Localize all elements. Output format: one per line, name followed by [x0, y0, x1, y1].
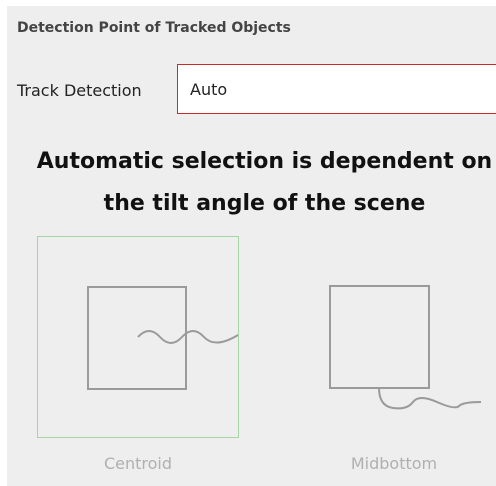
track-detection-label: Track Detection	[17, 81, 142, 100]
auto-selection-info-line-2: the tilt angle of the scene	[103, 191, 426, 216]
track-detection-dropdown[interactable]: Auto	[177, 64, 496, 114]
section-title: Detection Point of Tracked Objects	[17, 20, 291, 36]
midbottom-wave-shape	[378, 387, 482, 410]
centroid-wave-shape	[137, 330, 239, 344]
centroid-diagram-icon	[87, 286, 239, 390]
midbottom-box-shape	[329, 285, 430, 389]
centroid-label: Centroid	[103, 454, 173, 473]
detection-point-panel: Detection Point of Tracked Objects Track…	[7, 6, 496, 486]
midbottom-label: Midbottom	[350, 454, 438, 473]
midbottom-diagram-icon	[329, 285, 482, 410]
centroid-box-shape	[87, 286, 187, 390]
auto-selection-info-line-1: Automatic selection is dependent on	[36, 149, 493, 174]
track-detection-value: Auto	[190, 80, 228, 99]
centroid-option[interactable]	[37, 236, 239, 438]
midbottom-option[interactable]	[293, 236, 495, 438]
